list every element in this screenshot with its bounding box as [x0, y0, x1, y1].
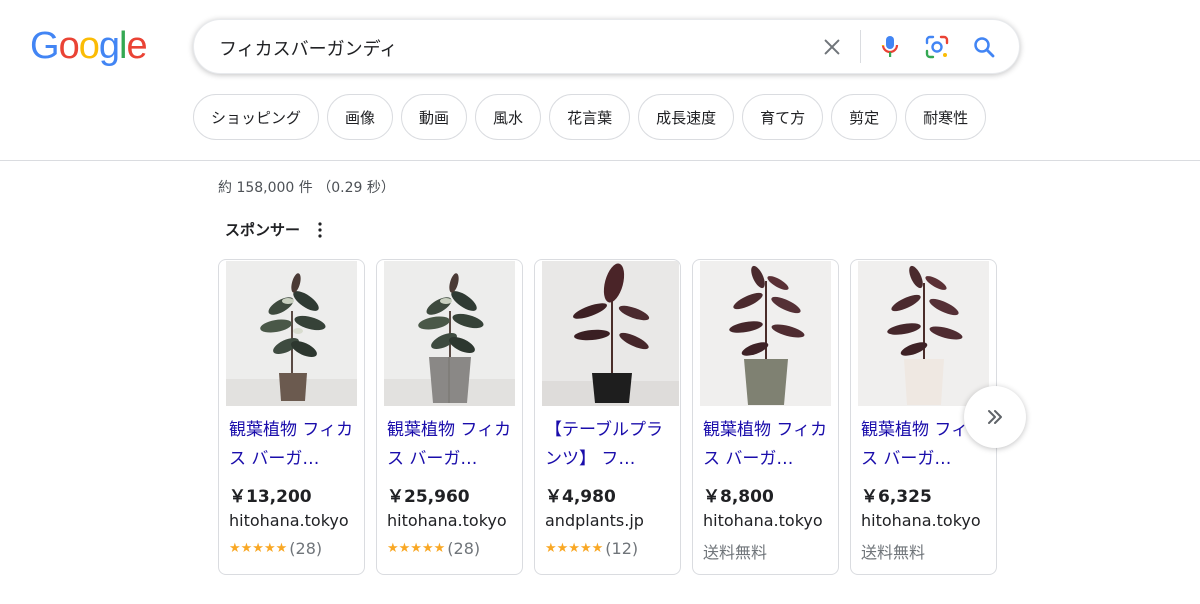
product-image [384, 261, 515, 406]
chevron-double-right-icon [988, 410, 1002, 424]
product-store: hitohana.tokyo [861, 511, 981, 530]
product-image [226, 261, 357, 406]
product-title[interactable]: 観葉植物 フィカス バーガ… [387, 416, 517, 474]
shipping-info: 送料無料 [703, 543, 768, 562]
sponsored-label: スポンサー [225, 221, 301, 239]
product-store: andplants.jp [545, 511, 644, 530]
chip-videos[interactable]: 動画 [401, 94, 468, 140]
product-image [542, 261, 679, 406]
sponsored-header: スポンサー [225, 219, 326, 240]
product-price: ￥4,980 [545, 487, 616, 507]
logo-letter: g [98, 25, 120, 67]
search-icon[interactable] [969, 32, 999, 62]
product-image [858, 261, 989, 406]
product-store: hitohana.tokyo [387, 511, 507, 530]
product-rating: ★★★★★ (28) [387, 539, 480, 558]
chip-cold-tolerance[interactable]: 耐寒性 [905, 94, 987, 140]
microphone-icon[interactable] [875, 32, 905, 62]
product-card[interactable]: 観葉植物 フィカス バーガ… ￥13,200 hitohana.tokyo ★★… [218, 259, 365, 575]
carousel-next-button[interactable] [964, 386, 1026, 448]
product-rating: ★★★★★ (28) [229, 539, 322, 558]
product-price: ￥13,200 [229, 487, 312, 507]
filter-chips: ショッピング 画像 動画 風水 花言葉 成長速度 育て方 剪定 耐寒性 [193, 94, 987, 140]
shipping-info: 送料無料 [861, 543, 926, 562]
product-carousel: 観葉植物 フィカス バーガ… ￥13,200 hitohana.tokyo ★★… [218, 259, 997, 575]
chip-fengshui[interactable]: 風水 [475, 94, 542, 140]
review-count: (12) [605, 539, 639, 558]
product-card[interactable]: 観葉植物 フィカス バーガ… ￥25,960 hitohana.tokyo ★★… [376, 259, 523, 575]
search-input[interactable] [219, 34, 809, 62]
chip-images[interactable]: 画像 [327, 94, 394, 140]
product-title[interactable]: 【テーブルプランツ】 フ… [545, 416, 675, 474]
review-count: (28) [447, 539, 481, 558]
result-stats: 約 158,000 件 （0.29 秒） [218, 180, 395, 196]
logo-letter: o [58, 25, 80, 67]
chip-how-to-grow[interactable]: 育て方 [742, 94, 824, 140]
chip-shopping[interactable]: ショッピング [193, 94, 320, 140]
product-price: ￥25,960 [387, 487, 470, 507]
product-title[interactable]: 観葉植物 フィカス バーガ… [229, 416, 359, 474]
star-rating-icon: ★★★★★ [545, 541, 604, 556]
product-card[interactable]: 観葉植物 フィカス バーガ… ￥8,800 hitohana.tokyo 送料無… [692, 259, 839, 575]
review-count: (28) [289, 539, 323, 558]
close-icon[interactable] [817, 32, 847, 62]
product-store: hitohana.tokyo [703, 511, 823, 530]
more-vert-icon[interactable] [314, 221, 326, 239]
chip-flower-language[interactable]: 花言葉 [549, 94, 631, 140]
logo-letter: G [30, 25, 60, 67]
product-price: ￥6,325 [861, 487, 932, 507]
product-rating: ★★★★★ (12) [545, 539, 638, 558]
camera-lens-icon[interactable] [922, 32, 952, 62]
logo-letter: o [78, 25, 100, 67]
search-divider [860, 30, 861, 63]
logo-letter: l [118, 25, 128, 67]
product-store: hitohana.tokyo [229, 511, 349, 530]
header-divider [0, 160, 1200, 161]
product-card[interactable]: 【テーブルプランツ】 フ… ￥4,980 andplants.jp ★★★★★ … [534, 259, 681, 575]
logo-letter: e [126, 25, 147, 67]
product-image [700, 261, 831, 406]
star-rating-icon: ★★★★★ [387, 541, 446, 556]
chip-growth-rate[interactable]: 成長速度 [638, 94, 735, 140]
search-box [193, 19, 1020, 74]
chip-pruning[interactable]: 剪定 [831, 94, 898, 140]
product-price: ￥8,800 [703, 487, 774, 507]
google-logo[interactable]: Google [30, 25, 148, 68]
product-title[interactable]: 観葉植物 フィカス バーガ… [703, 416, 833, 474]
star-rating-icon: ★★★★★ [229, 541, 288, 556]
